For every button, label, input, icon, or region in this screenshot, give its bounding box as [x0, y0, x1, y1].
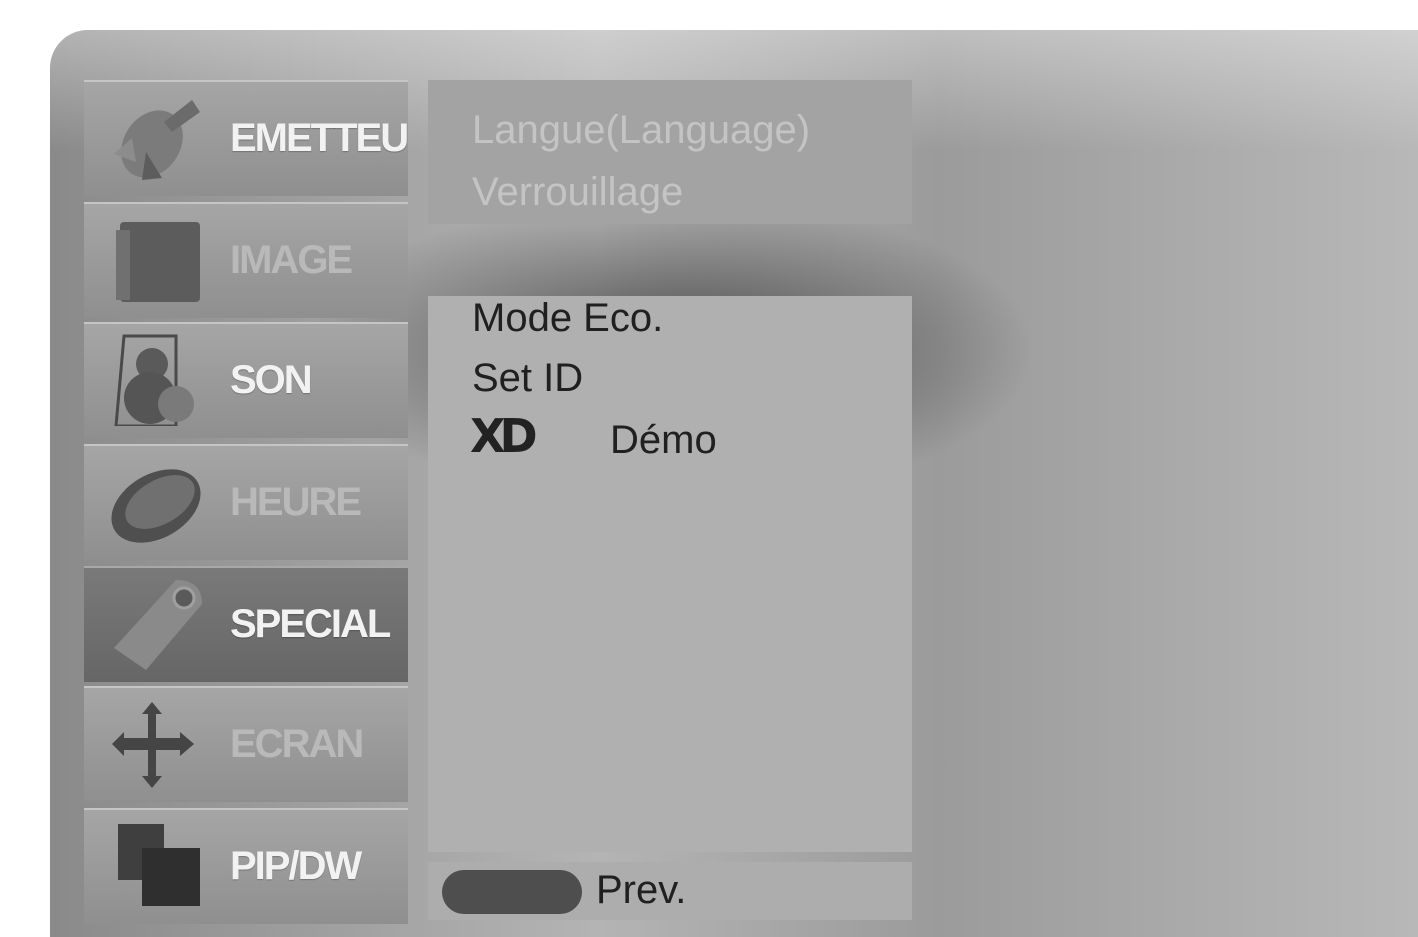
osd-menu: EMETTEUR IMAGE SON HEURE [50, 30, 1418, 937]
option-demo[interactable]: Démo [610, 418, 717, 463]
option-verrouillage[interactable]: Verrouillage [472, 170, 683, 215]
clock-icon [111, 469, 201, 543]
option-set-id[interactable]: Set ID [472, 356, 583, 401]
menu-label: IMAGE [230, 238, 353, 282]
menu-item-emetteur[interactable]: EMETTEUR [84, 80, 408, 196]
option-mode-eco[interactable]: Mode Eco. [472, 296, 663, 341]
menu-item-son[interactable]: SON [84, 322, 408, 438]
prev-label: Prev. [596, 868, 687, 912]
menu-item-heure[interactable]: HEURE [84, 444, 408, 560]
satellite-dish-icon [114, 100, 200, 180]
menu-label: PIP/DW [230, 844, 362, 888]
menu-key-icon [442, 870, 582, 914]
tag-icon [114, 580, 202, 670]
special-options-panel: Mode Eco. Set ID XD Démo [428, 296, 912, 852]
menu-label: SON [230, 358, 313, 402]
help-bar: Prev. [428, 862, 912, 920]
option-langue[interactable]: Langue(Language) [472, 108, 810, 153]
svg-text:XD: XD [470, 414, 535, 456]
speaker-icon [114, 334, 194, 426]
menu-item-special[interactable]: SPECIAL [84, 566, 408, 682]
top-options-panel: Langue(Language) Verrouillage [428, 80, 912, 224]
move-arrows-icon [112, 702, 194, 788]
menu-label: HEURE [230, 480, 362, 524]
pip-screens-icon [118, 824, 200, 906]
menu-item-image[interactable]: IMAGE [84, 202, 408, 318]
picture-icon [116, 222, 200, 302]
xd-logo-icon: XD [470, 414, 541, 456]
menu-item-pip-dw[interactable]: PIP/DW [84, 808, 408, 924]
menu-label: EMETTEUR [230, 116, 408, 160]
menu-label: ECRAN [230, 722, 364, 766]
menu-item-ecran[interactable]: ECRAN [84, 686, 408, 802]
menu-label: SPECIAL [230, 602, 391, 646]
